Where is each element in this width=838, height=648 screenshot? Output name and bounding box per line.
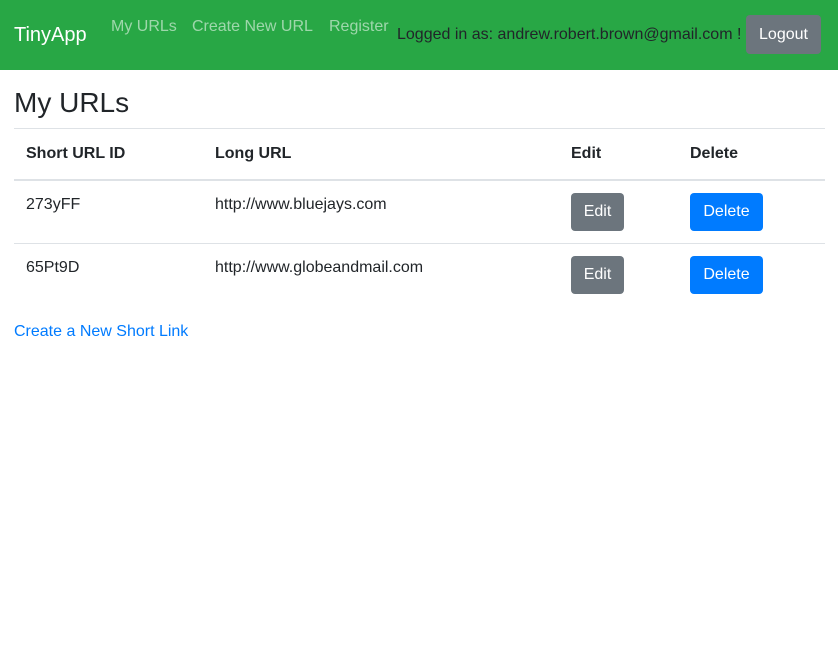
delete-cell: Delete [678,243,825,307]
header-edit: Edit [559,128,678,181]
edit-button[interactable]: Edit [571,193,624,231]
delete-cell: Delete [678,179,825,244]
long-url: http://www.globeandmail.com [203,243,559,307]
edit-cell: Edit [559,243,678,307]
header-long-url: Long URL [203,128,559,181]
edit-cell: Edit [559,179,678,244]
long-url: http://www.bluejays.com [203,179,559,244]
create-short-link[interactable]: Create a New Short Link [14,322,188,342]
page-title: My URLs [14,87,130,118]
logout-button[interactable]: Logout [746,15,821,54]
brand-link[interactable]: TinyApp [14,23,87,47]
edit-button[interactable]: Edit [571,256,624,294]
delete-button[interactable]: Delete [690,193,763,231]
table-row: 65Pt9D http://www.globeandmail.com Edit … [14,243,825,307]
nav-link-my-urls[interactable]: My URLs [111,17,177,37]
table-row: 273yFF http://www.bluejays.com Edit Dele… [14,179,825,244]
nav-link-register[interactable]: Register [329,17,389,37]
navbar: TinyApp My URLs Create New URL Register … [0,0,838,70]
short-url-id: 65Pt9D [14,243,203,307]
logged-in-status: Logged in as: andrew.robert.brown@gmail.… [397,26,742,43]
table-header-row: Short URL ID Long URL Edit Delete [14,128,825,181]
header-short-url-id: Short URL ID [14,128,203,181]
header-delete: Delete [678,128,825,181]
short-url-id: 273yFF [14,179,203,244]
urls-table: Short URL ID Long URL Edit Delete 273yFF… [14,128,825,307]
nav-link-create-new-url[interactable]: Create New URL [192,17,313,37]
delete-button[interactable]: Delete [690,256,763,294]
